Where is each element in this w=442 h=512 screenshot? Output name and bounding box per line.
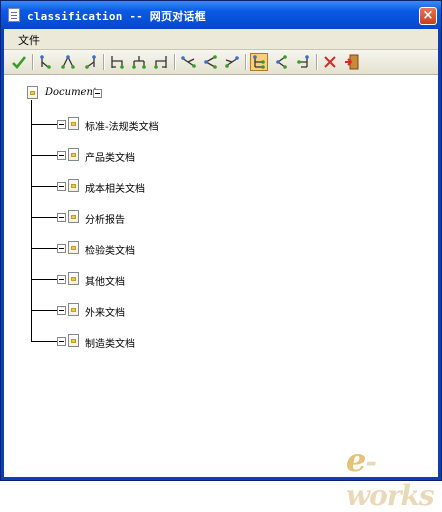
tree-layout-8-icon bbox=[204, 55, 217, 69]
collapse-toggle[interactable] bbox=[93, 89, 102, 98]
layout-button-9[interactable] bbox=[223, 53, 241, 71]
tree-layout-4-icon bbox=[111, 56, 124, 69]
menu-bar: 文件 bbox=[4, 29, 438, 50]
collapse-toggle[interactable] bbox=[57, 151, 66, 160]
tree-node-label[interactable]: 外来文档 bbox=[85, 304, 125, 319]
tree-node-label[interactable]: 产品类文档 bbox=[85, 149, 135, 164]
title-bar[interactable]: classification -- 网页对话框 × bbox=[1, 1, 441, 29]
collapse-toggle[interactable] bbox=[57, 120, 66, 129]
dialog-window: classification -- 网页对话框 × 文件 Document 标准… bbox=[0, 0, 442, 512]
tree-layout-3-icon bbox=[85, 55, 96, 69]
layout-button-10[interactable] bbox=[250, 53, 268, 71]
layout-button-3[interactable] bbox=[81, 53, 99, 71]
folder-document-icon bbox=[68, 210, 79, 223]
delete-button[interactable] bbox=[321, 53, 339, 71]
tree-layout-5-icon bbox=[132, 56, 146, 69]
layout-button-11[interactable] bbox=[272, 53, 290, 71]
folder-document-icon bbox=[68, 179, 79, 192]
tree-view: Document 标准-法规类文档 产品类文档 成本相关文档 分析报告 检验类文… bbox=[4, 75, 438, 477]
confirm-button[interactable] bbox=[10, 53, 28, 71]
collapse-toggle[interactable] bbox=[57, 213, 66, 222]
layout-button-4[interactable] bbox=[108, 53, 126, 71]
page-icon bbox=[8, 8, 20, 22]
folder-document-icon bbox=[68, 241, 79, 254]
exit-icon bbox=[345, 54, 359, 70]
tree-node-label[interactable]: 分析报告 bbox=[85, 211, 125, 226]
tree-root-label[interactable]: Document bbox=[45, 87, 97, 98]
folder-document-icon bbox=[68, 303, 79, 316]
tree-layout-6-icon bbox=[154, 56, 167, 69]
layout-button-5[interactable] bbox=[130, 53, 148, 71]
layout-button-2[interactable] bbox=[59, 53, 77, 71]
tree-trunk bbox=[31, 100, 32, 341]
tree-node-label[interactable]: 检验类文档 bbox=[85, 242, 135, 257]
menu-file[interactable]: 文件 bbox=[18, 32, 40, 48]
layout-button-7[interactable] bbox=[179, 53, 197, 71]
delete-icon bbox=[324, 56, 336, 68]
close-button[interactable]: × bbox=[419, 7, 437, 25]
eworks-watermark-logo: e-works bbox=[346, 441, 435, 512]
tree-layout-12-icon bbox=[297, 55, 309, 68]
collapse-toggle[interactable] bbox=[57, 337, 66, 346]
layout-button-8[interactable] bbox=[201, 53, 219, 71]
document-icon bbox=[27, 86, 38, 99]
check-icon bbox=[12, 56, 27, 69]
tree-layout-9-icon bbox=[225, 56, 239, 68]
folder-document-icon bbox=[68, 272, 79, 285]
layout-button-1[interactable] bbox=[37, 53, 55, 71]
window-title: classification -- 网页对话框 bbox=[27, 10, 206, 23]
tree-layout-10-icon bbox=[253, 55, 265, 69]
tree-layout-7-icon bbox=[181, 56, 196, 68]
tree-layout-11-icon bbox=[276, 55, 287, 69]
layout-button-12[interactable] bbox=[294, 53, 312, 71]
tree-node-label[interactable]: 制造类文档 bbox=[85, 335, 135, 350]
collapse-toggle[interactable] bbox=[57, 182, 66, 191]
tree-node-label[interactable]: 其他文档 bbox=[85, 273, 125, 288]
tree-node-label[interactable]: 成本相关文档 bbox=[85, 180, 145, 195]
folder-document-icon bbox=[68, 117, 79, 130]
tree-layout-1-icon bbox=[40, 55, 51, 69]
layout-button-6[interactable] bbox=[152, 53, 170, 71]
tree-node-label[interactable]: 标准-法规类文档 bbox=[85, 118, 159, 133]
tree-layout-2-icon bbox=[61, 55, 75, 69]
folder-document-icon bbox=[68, 334, 79, 347]
toolbar bbox=[4, 50, 438, 75]
exit-button[interactable] bbox=[343, 53, 361, 71]
collapse-toggle[interactable] bbox=[57, 306, 66, 315]
collapse-toggle[interactable] bbox=[57, 275, 66, 284]
collapse-toggle[interactable] bbox=[57, 244, 66, 253]
folder-document-icon bbox=[68, 148, 79, 161]
